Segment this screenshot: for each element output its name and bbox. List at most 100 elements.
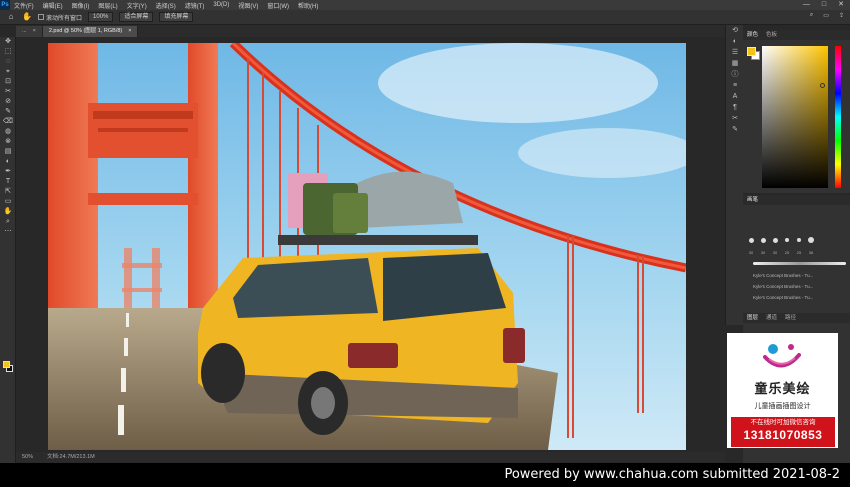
brushes-panel-tabs: 画笔	[743, 195, 850, 205]
hue-slider[interactable]	[835, 46, 841, 188]
home-icon[interactable]: ⌂	[6, 12, 16, 22]
smiley-logo	[763, 344, 801, 368]
menu-file[interactable]: 文件(F)	[14, 1, 34, 10]
menu-3d[interactable]: 3D(D)	[213, 2, 229, 8]
brush-size-label: 30	[760, 249, 766, 255]
close-button[interactable]: ✕	[838, 0, 844, 10]
stamp-tool-icon[interactable]: ◍	[0, 127, 16, 137]
brush-size-label: 25	[784, 249, 790, 255]
document-tab-active[interactable]: 2.psd @ 50% (图层 1, RGB/8) ×	[42, 26, 139, 37]
zoom-tool-icon[interactable]: ⌕	[0, 217, 16, 227]
brush-preset[interactable]	[770, 235, 780, 245]
share-icon[interactable]: ⇪	[839, 12, 844, 19]
menu-edit[interactable]: 编辑(E)	[43, 1, 63, 10]
search-icon[interactable]: ⌕	[810, 12, 813, 19]
slice-tool-icon[interactable]: ✂	[0, 87, 16, 97]
tab-channels[interactable]: 通道	[766, 313, 777, 323]
window-controls: — □ ✕	[803, 0, 844, 10]
brush-name[interactable]: Kyle's Concept Brushes - Tu...	[753, 273, 846, 281]
brush-preset[interactable]	[782, 235, 792, 245]
tab-brushes[interactable]: 画笔	[747, 195, 758, 205]
gradient-tool-icon[interactable]: ▤	[0, 147, 16, 157]
fill-screen-button[interactable]: 填充屏幕	[159, 12, 194, 22]
lasso-tool-icon[interactable]: ◌	[0, 57, 16, 67]
maximize-button[interactable]: □	[822, 0, 826, 10]
brush-name[interactable]: Kyle's Concept Brushes - Tu...	[753, 284, 846, 292]
eraser-tool-icon[interactable]: ⌫	[0, 117, 16, 127]
menu-window[interactable]: 窗口(W)	[267, 1, 289, 10]
photoshop-window: Ps 文件(F) 编辑(E) 图像(I) 图层(L) 文字(Y) 选择(S) 滤…	[0, 0, 850, 487]
quick-select-tool-icon[interactable]: ⌖	[0, 67, 16, 77]
shape-tool-icon[interactable]: ▭	[0, 197, 16, 207]
dodge-tool-icon[interactable]: ◐	[0, 157, 16, 167]
path-select-tool-icon[interactable]: ⇱	[0, 187, 16, 197]
document-info[interactable]: 文档:24.7M/213.1M	[47, 452, 95, 462]
brush-settings-icon[interactable]: ✎	[726, 124, 744, 135]
foreground-color-swatch[interactable]	[3, 361, 10, 368]
paragraph-icon[interactable]: ¶	[726, 102, 744, 113]
hand-icon[interactable]: ✋	[22, 12, 32, 22]
ad-phone-number: 13181070853	[743, 428, 823, 442]
pen-tool-icon[interactable]: ✒	[0, 167, 16, 177]
brush-preset[interactable]	[794, 235, 804, 245]
brush-size-label: 30	[748, 249, 754, 255]
ad-promo-text: 不在线时可加微信咨询	[750, 419, 816, 426]
saturation-brightness-field[interactable]	[762, 46, 828, 188]
tools-preset-icon[interactable]: ✂	[726, 113, 744, 124]
tab-paths[interactable]: 路径	[785, 313, 796, 323]
brush-stroke-preview[interactable]	[753, 262, 846, 270]
properties-icon[interactable]: ☰	[726, 47, 744, 58]
history-icon[interactable]: ⟲	[726, 25, 744, 36]
menu-layer[interactable]: 图层(L)	[98, 1, 117, 10]
eyedropper-tool-icon[interactable]: ⊘	[0, 97, 16, 107]
tab-color[interactable]: 颜色	[747, 30, 758, 40]
brush-preset[interactable]	[746, 235, 756, 245]
photoshop-logo: Ps	[0, 0, 10, 10]
adjustments-icon[interactable]: ◐	[726, 36, 744, 47]
submission-footer: Powered by www.chahua.com submitted 2021…	[0, 463, 850, 487]
menu-view[interactable]: 视图(V)	[238, 1, 258, 10]
tab-layers[interactable]: 图层	[747, 313, 758, 323]
menu-select[interactable]: 选择(S)	[156, 1, 176, 10]
move-tool-icon[interactable]: ✥	[0, 37, 16, 47]
zoom-100-button[interactable]: 100%	[88, 12, 114, 22]
brush-preset[interactable]	[806, 235, 816, 245]
menu-image[interactable]: 图像(I)	[72, 1, 90, 10]
hand-tool-icon[interactable]: ✋	[0, 207, 16, 217]
menu-type[interactable]: 文字(Y)	[127, 1, 147, 10]
fit-screen-button[interactable]: 适合屏幕	[119, 12, 154, 22]
panel-icon-strip: ⟲ ◐ ☰ ▦ ⓘ ≡ A ¶ ✂ ✎	[725, 25, 743, 325]
brush-size-label: 25	[796, 249, 802, 255]
history-brush-tool-icon[interactable]: ⊗	[0, 137, 16, 147]
checkbox-box[interactable]	[38, 14, 44, 20]
foreground-color-chip[interactable]	[747, 47, 756, 56]
info-icon[interactable]: ⓘ	[726, 69, 744, 80]
color-picker-marker[interactable]	[820, 83, 825, 88]
tools-panel: ✥ ⬚ ◌ ⌖ ⊡ ✂ ⊘ ✎ ⌫ ◍ ⊗ ▤ ◐ ✒ T ⇱ ▭ ✋ ⌕ ⋯	[0, 37, 16, 463]
marquee-tool-icon[interactable]: ⬚	[0, 47, 16, 57]
illustration-canvas[interactable]	[48, 43, 686, 450]
more-tools-icon[interactable]: ⋯	[0, 227, 16, 237]
type-icon[interactable]: A	[726, 91, 744, 102]
color-panel-tabs: 颜色 色板	[743, 30, 850, 40]
document-tab[interactable]: ... ×	[16, 26, 43, 37]
scroll-all-windows-checkbox[interactable]: 滚动所有窗口	[38, 13, 82, 22]
tab-swatches[interactable]: 色板	[766, 30, 777, 40]
menu-filter[interactable]: 滤镜(T)	[185, 1, 205, 10]
menu-bar: Ps 文件(F) 编辑(E) 图像(I) 图层(L) 文字(Y) 选择(S) 滤…	[0, 0, 850, 10]
brush-size-labels: 30 30 30 25 25 36	[743, 247, 850, 259]
close-tab-icon[interactable]: ×	[33, 26, 36, 37]
type-tool-icon[interactable]: T	[0, 177, 16, 187]
libraries-icon[interactable]: ▦	[726, 58, 744, 69]
crop-tool-icon[interactable]: ⊡	[0, 77, 16, 87]
workspace-icon[interactable]: ▭	[823, 12, 829, 19]
canvas-workspace	[16, 37, 725, 452]
close-tab-icon[interactable]: ×	[128, 26, 131, 37]
menu-help[interactable]: 帮助(H)	[298, 1, 318, 10]
channels-icon[interactable]: ≡	[726, 80, 744, 91]
zoom-level[interactable]: 50%	[22, 452, 33, 462]
minimize-button[interactable]: —	[803, 0, 810, 10]
brush-name[interactable]: Kyle's Concept Brushes - Tu...	[753, 295, 846, 303]
brush-preset[interactable]	[758, 235, 768, 245]
brush-tool-icon[interactable]: ✎	[0, 107, 16, 117]
